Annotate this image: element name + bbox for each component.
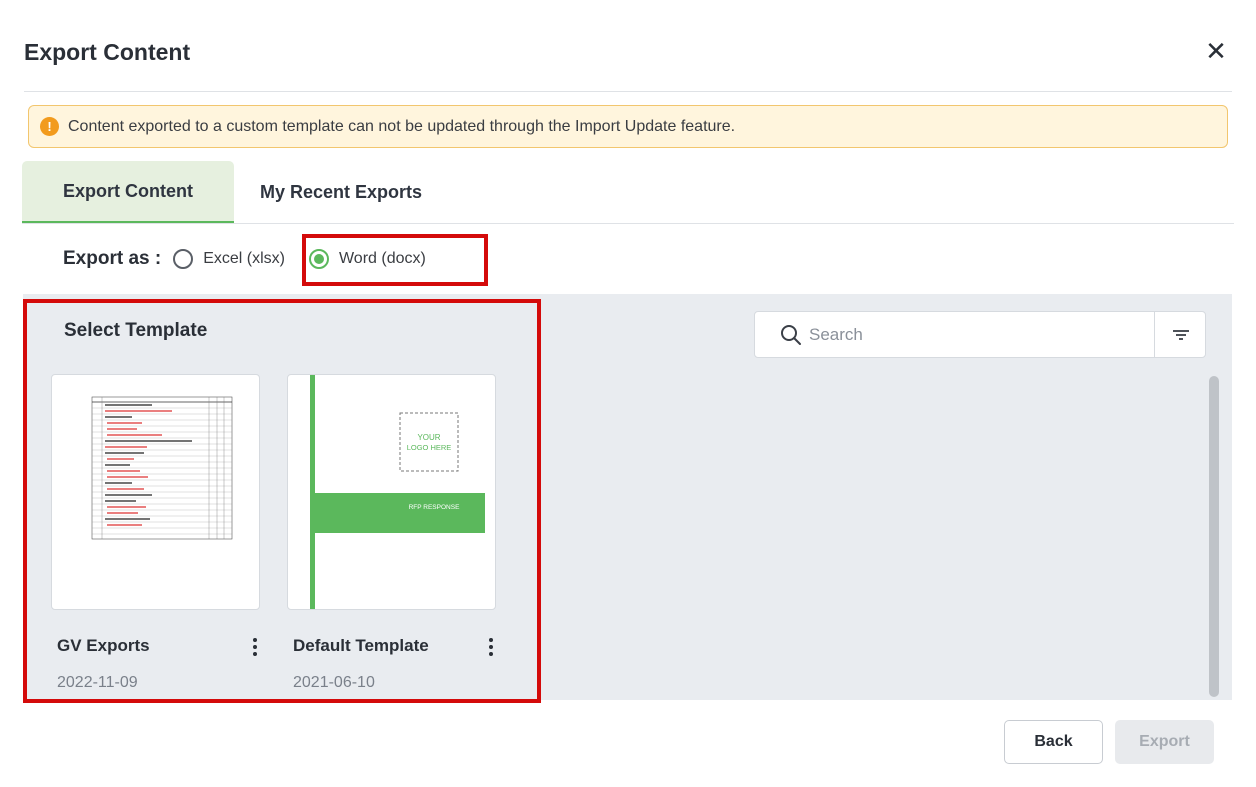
search-icon	[781, 325, 801, 345]
search-box	[754, 311, 1206, 358]
info-icon: !	[40, 117, 59, 136]
header-divider	[24, 91, 1232, 92]
export-as-label: Export as :	[63, 248, 162, 269]
export-button[interactable]: Export	[1115, 720, 1214, 764]
dialog-title: Export Content	[24, 39, 191, 65]
template-selection-highlight	[23, 299, 541, 703]
close-icon[interactable]: ✕	[1203, 37, 1229, 65]
warning-text: Content exported to a custom template ca…	[68, 117, 736, 135]
excel-option-label[interactable]: Excel (xlsx)	[203, 250, 285, 268]
tabs-divider	[22, 223, 1234, 224]
word-option-highlight	[302, 234, 488, 286]
scrollbar[interactable]	[1209, 376, 1219, 697]
export-content-dialog: Export Content ✕ ! Content exported to a…	[0, 0, 1256, 787]
tab-my-recent-exports[interactable]: My Recent Exports	[234, 161, 448, 224]
search-divider	[1154, 312, 1155, 357]
search-input[interactable]	[809, 312, 1149, 357]
warning-banner: ! Content exported to a custom template …	[28, 105, 1228, 148]
excel-option[interactable]: Excel (xlsx)	[173, 249, 285, 269]
tab-bar: Export Content My Recent Exports	[22, 161, 1234, 225]
back-button[interactable]: Back	[1004, 720, 1103, 764]
filter-icon[interactable]	[1170, 325, 1192, 345]
excel-radio[interactable]	[173, 249, 194, 269]
tab-export-content[interactable]: Export Content	[22, 161, 234, 224]
